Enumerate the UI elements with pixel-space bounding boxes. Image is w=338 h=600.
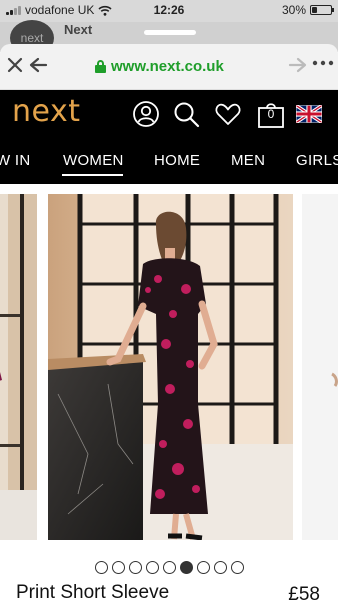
back-arrow-icon[interactable] [28,56,48,74]
sheet-grabber[interactable] [144,30,196,35]
category-women[interactable]: WOMEN [63,152,124,169]
battery-icon [310,5,334,15]
carousel-dot[interactable] [145,561,159,574]
carousel-dot[interactable] [179,561,193,574]
carousel-dot[interactable] [94,561,108,574]
product-price: £58 [288,584,320,600]
active-category-underline [62,174,123,176]
account-icon[interactable] [132,100,160,128]
carousel-dot[interactable] [196,561,210,574]
basket-icon[interactable]: 0 [257,100,285,128]
notification-title: Next [64,22,93,37]
previous-product-image[interactable] [0,194,37,540]
product-image[interactable] [48,194,293,540]
category-new-in[interactable]: W IN [0,152,31,169]
category-home[interactable]: HOME [154,152,200,169]
site-header: next 0 [0,90,338,136]
category-nav: W IN WOMEN HOME MEN GIRLS [0,136,338,184]
app-root: vodafone UK 12:26 30% next Next www.next… [0,0,338,600]
product-title[interactable]: Print Short Sleeve [16,582,169,600]
search-icon[interactable] [172,100,200,128]
uk-flag-icon[interactable] [295,103,323,125]
carousel-dot[interactable] [230,561,244,574]
next-logo[interactable]: next [12,94,80,129]
carousel-dot[interactable] [213,561,227,574]
status-bar: vodafone UK 12:26 30% [0,0,338,22]
browser-toolbar: www.next.co.uk [0,44,338,90]
favourites-icon[interactable] [214,100,242,128]
carousel-dot[interactable] [128,561,142,574]
forward-arrow-icon[interactable] [288,56,308,77]
category-men[interactable]: MEN [231,152,265,169]
more-icon[interactable] [312,54,334,75]
carousel-dot[interactable] [162,561,176,574]
product-carousel[interactable] [0,184,338,559]
next-product-image[interactable] [302,194,338,540]
close-icon[interactable] [6,56,24,74]
url-text: www.next.co.uk [111,58,224,75]
carousel-dot[interactable] [111,561,125,574]
carousel-pagination [0,561,338,574]
lock-icon [95,60,106,73]
address-bar[interactable]: www.next.co.uk [95,58,224,75]
battery-percent: 30% [281,3,306,17]
battery-info: 30% [281,3,334,17]
category-girls[interactable]: GIRLS [296,152,338,169]
basket-count: 0 [267,107,275,121]
